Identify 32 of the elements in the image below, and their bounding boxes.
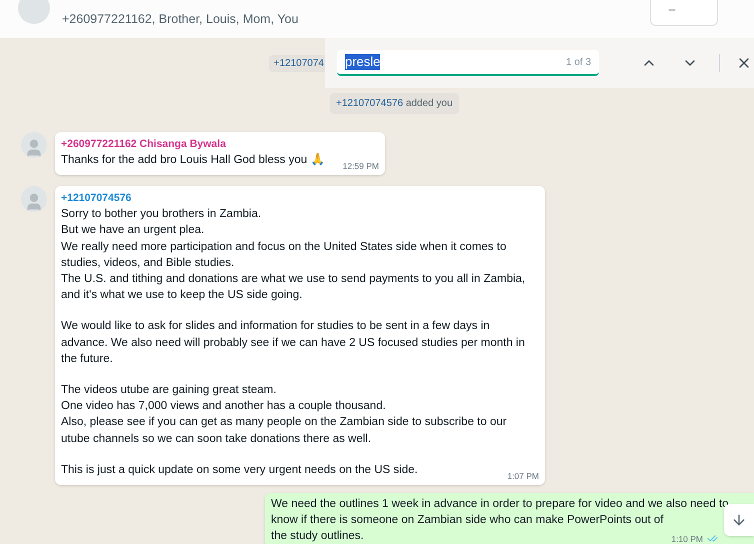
message-text: We really need more participation and focus on the United States side when it comes to [61, 240, 506, 255]
system-message: +12107074576 added you [330, 93, 459, 114]
match-count: 1 of 3 [566, 56, 592, 70]
system-message: +12107074 [268, 55, 325, 72]
search-query: presle [345, 54, 380, 70]
message-text: The videos utube are gaining great steam. [61, 383, 276, 398]
avatar [21, 132, 47, 158]
message-text: One video has 7,000 views and another has a couple thousand. [61, 399, 386, 414]
message-text: and it's what we use to keep the US side going. [61, 288, 302, 304]
participants: +260977221162, Brother, Louis, Mom, You [62, 10, 298, 28]
message-time: 1:07 PM [507, 471, 539, 482]
sender-name: +260977221162 Chisanga Bywala [61, 137, 226, 152]
message-text: The U.S. and tithing and donations are what we use to send payments to you all in Zambia, [61, 272, 526, 288]
message-text: advance. We also need will probably see if we can have 2 US focused studies per month in [61, 336, 525, 351]
message-text: Sorry to bother you brothers in Zambia. [61, 207, 262, 222]
message-text: This is just a quick update on some very urgent needs on the US side. [61, 462, 418, 478]
message-text: studies, videos, and Bible studies. [61, 256, 234, 271]
avatar [21, 186, 47, 212]
message-text: know if there is someone on Zambian side who can make PowerPoints out of [271, 513, 664, 528]
message-text: We would like to ask for slides and information for studies to be sent in a few days in [61, 319, 490, 334]
message-text: utube channels so we can soon take donations there as well. [61, 432, 372, 447]
message-time: 12:59 PM [342, 161, 379, 172]
message-time: 1:10 PM [671, 534, 703, 544]
message-text: Also, please see if you can get as many people on the Zambian side to subscribe to our [61, 415, 507, 430]
search-field[interactable]: presle 1 of 3 [337, 50, 600, 76]
message-text: Thanks for the add bro Louis Hall God bless you 🙏 [61, 152, 324, 168]
message-text: the future. [61, 352, 113, 367]
group-avatar [18, 0, 50, 24]
message-text: the study outlines. [271, 529, 364, 544]
arrow-down-icon [731, 512, 747, 528]
sender-name: +12107074576 [61, 191, 132, 206]
message-text: But we have an urgent plea. [61, 223, 204, 238]
